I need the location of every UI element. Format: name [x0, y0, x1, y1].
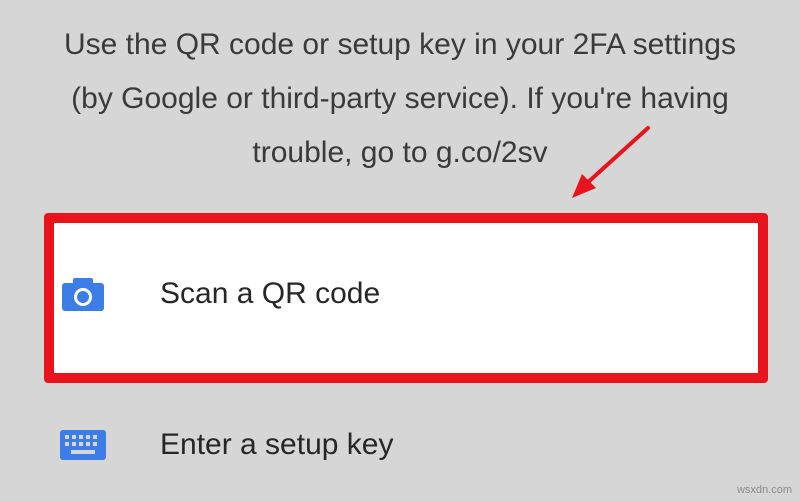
enter-setup-key-label: Enter a setup key — [160, 428, 394, 461]
scan-qr-code-label: Scan a QR code — [160, 277, 381, 310]
enter-setup-key-option[interactable]: Enter a setup key — [58, 414, 393, 476]
annotation-arrow — [572, 126, 650, 198]
instructions-line-1: Use the QR code or setup key in your 2FA… — [63, 28, 736, 61]
camera-icon — [58, 269, 108, 319]
keyboard-icon — [58, 420, 108, 470]
scan-qr-code-option[interactable]: Scan a QR code — [58, 263, 380, 325]
watermark: wsxdn.com — [736, 484, 792, 496]
